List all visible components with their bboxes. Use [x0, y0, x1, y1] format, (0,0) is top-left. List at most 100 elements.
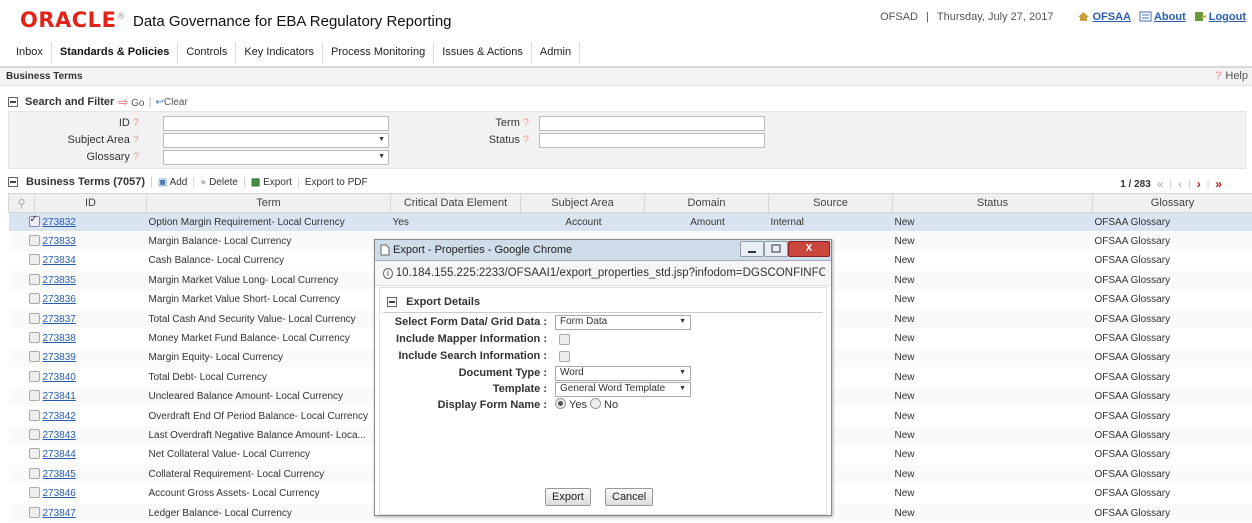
delete-button[interactable]: ● Delete — [200, 177, 238, 188]
row-checkbox[interactable] — [9, 503, 35, 522]
col-source[interactable]: Source — [769, 194, 893, 213]
next-page-icon[interactable]: › — [1197, 177, 1201, 191]
term-id-link[interactable]: 273834 — [43, 255, 76, 266]
row-checkbox[interactable] — [9, 232, 35, 251]
col-status[interactable]: Status — [893, 194, 1093, 213]
term-id-link[interactable]: 273846 — [43, 488, 76, 499]
col-subject-area[interactable]: Subject Area — [521, 194, 645, 213]
term-id-link[interactable]: 273845 — [43, 469, 76, 480]
term-id-link[interactable]: 273832 — [43, 217, 76, 228]
row-checkbox[interactable] — [9, 348, 35, 367]
form-data-select[interactable]: Form Data — [555, 315, 691, 330]
maximize-button[interactable] — [764, 241, 788, 257]
row-checkbox[interactable] — [9, 368, 35, 387]
term-id-link[interactable]: 273840 — [43, 372, 76, 383]
minimize-button[interactable] — [740, 241, 764, 257]
collapse-icon[interactable] — [387, 297, 397, 307]
row-checkbox[interactable] — [9, 426, 35, 445]
row-checkbox[interactable] — [9, 251, 35, 270]
row-checkbox[interactable] — [9, 290, 35, 309]
mapper-info-checkbox[interactable] — [559, 334, 570, 345]
term-id-link[interactable]: 273833 — [43, 236, 76, 247]
export-pdf-button[interactable]: Export to PDF — [305, 177, 368, 188]
row-checkbox[interactable] — [9, 213, 35, 232]
first-page-icon[interactable]: « — [1157, 177, 1164, 191]
term-id-link[interactable]: 273841 — [43, 391, 76, 402]
table-row[interactable]: 273832Option Margin Requirement- Local C… — [9, 213, 1252, 232]
term-id-link[interactable]: 273843 — [43, 430, 76, 441]
col-domain[interactable]: Domain — [645, 194, 769, 213]
export-button[interactable]: ▩ Export — [251, 177, 292, 188]
tab-key-indicators[interactable]: Key Indicators — [236, 42, 323, 64]
tab-standards-policies[interactable]: Standards & Policies — [52, 42, 178, 64]
last-page-icon[interactable]: » — [1215, 177, 1222, 191]
tab-process-monitoring[interactable]: Process Monitoring — [323, 42, 434, 64]
add-button[interactable]: ▣ Add — [158, 177, 187, 188]
id-link[interactable]: 273836 — [35, 290, 147, 309]
id-link[interactable]: 273833 — [35, 232, 147, 251]
id-link[interactable]: 273846 — [35, 484, 147, 503]
id-link[interactable]: 273841 — [35, 387, 147, 406]
term-id-link[interactable]: 273838 — [43, 333, 76, 344]
glossary-select[interactable] — [163, 150, 389, 165]
id-link[interactable]: 273847 — [35, 503, 147, 522]
collapse-icon[interactable] — [8, 97, 18, 107]
logout-link[interactable]: Logout — [1194, 11, 1246, 23]
id-link[interactable]: 273842 — [35, 406, 147, 425]
row-checkbox[interactable] — [9, 465, 35, 484]
id-link[interactable]: 273845 — [35, 465, 147, 484]
id-link[interactable]: 273843 — [35, 426, 147, 445]
id-link[interactable]: 273837 — [35, 309, 147, 328]
ofsaa-link[interactable]: OFSAA — [1077, 11, 1131, 23]
id-link[interactable]: 273844 — [35, 445, 147, 464]
tab-issues-actions[interactable]: Issues & Actions — [434, 42, 532, 64]
status-input[interactable] — [539, 133, 765, 148]
clear-button[interactable]: ↩Clear — [156, 97, 188, 108]
term-id-link[interactable]: 273844 — [43, 449, 76, 460]
id-link[interactable]: 273835 — [35, 271, 147, 290]
cancel-button[interactable]: Cancel — [605, 488, 653, 506]
select-all-icon[interactable]: ⚲ — [9, 194, 35, 213]
about-link[interactable]: About — [1139, 11, 1186, 23]
prev-page-icon[interactable]: ‹ — [1178, 177, 1182, 191]
term-id-link[interactable]: 273835 — [43, 275, 76, 286]
col-id[interactable]: ID — [35, 194, 147, 213]
radio-yes[interactable]: Yes — [555, 399, 587, 411]
row-checkbox[interactable] — [9, 387, 35, 406]
term-id-link[interactable]: 273842 — [43, 411, 76, 422]
term-id-link[interactable]: 273836 — [43, 294, 76, 305]
help-link[interactable]: ?Help — [1215, 70, 1248, 82]
go-button[interactable]: ⇨ Go — [118, 95, 144, 109]
subject-area-select[interactable] — [163, 133, 389, 148]
search-info-checkbox[interactable] — [559, 351, 570, 362]
term-id-link[interactable]: 273839 — [43, 352, 76, 363]
col-term[interactable]: Term — [147, 194, 391, 213]
tab-admin[interactable]: Admin — [532, 42, 580, 64]
template-select[interactable]: General Word Template — [555, 382, 691, 397]
export-submit-button[interactable]: Export — [545, 488, 591, 506]
close-button[interactable]: X — [788, 241, 830, 257]
row-checkbox[interactable] — [9, 309, 35, 328]
id-link[interactable]: 273834 — [35, 251, 147, 270]
row-checkbox[interactable] — [9, 406, 35, 425]
tab-controls[interactable]: Controls — [178, 42, 236, 64]
tab-inbox[interactable]: Inbox — [8, 42, 52, 64]
term-id-link[interactable]: 273847 — [43, 508, 76, 519]
row-checkbox[interactable] — [9, 271, 35, 290]
radio-no[interactable]: No — [590, 399, 618, 411]
col-critical-data-element[interactable]: Critical Data Element — [391, 194, 521, 213]
id-link[interactable]: 273838 — [35, 329, 147, 348]
id-link[interactable]: 273839 — [35, 348, 147, 367]
collapse-icon[interactable] — [8, 177, 18, 187]
document-type-select[interactable]: Word — [555, 366, 691, 381]
id-input[interactable] — [163, 116, 389, 131]
term-input[interactable] — [539, 116, 765, 131]
row-checkbox[interactable] — [9, 329, 35, 348]
row-checkbox[interactable] — [9, 445, 35, 464]
col-glossary[interactable]: Glossary — [1093, 194, 1252, 213]
term-id-link[interactable]: 273837 — [43, 314, 76, 325]
id-link[interactable]: 273832 — [35, 213, 147, 232]
id-link[interactable]: 273840 — [35, 368, 147, 387]
checkbox-icon[interactable] — [29, 216, 40, 227]
row-checkbox[interactable] — [9, 484, 35, 503]
